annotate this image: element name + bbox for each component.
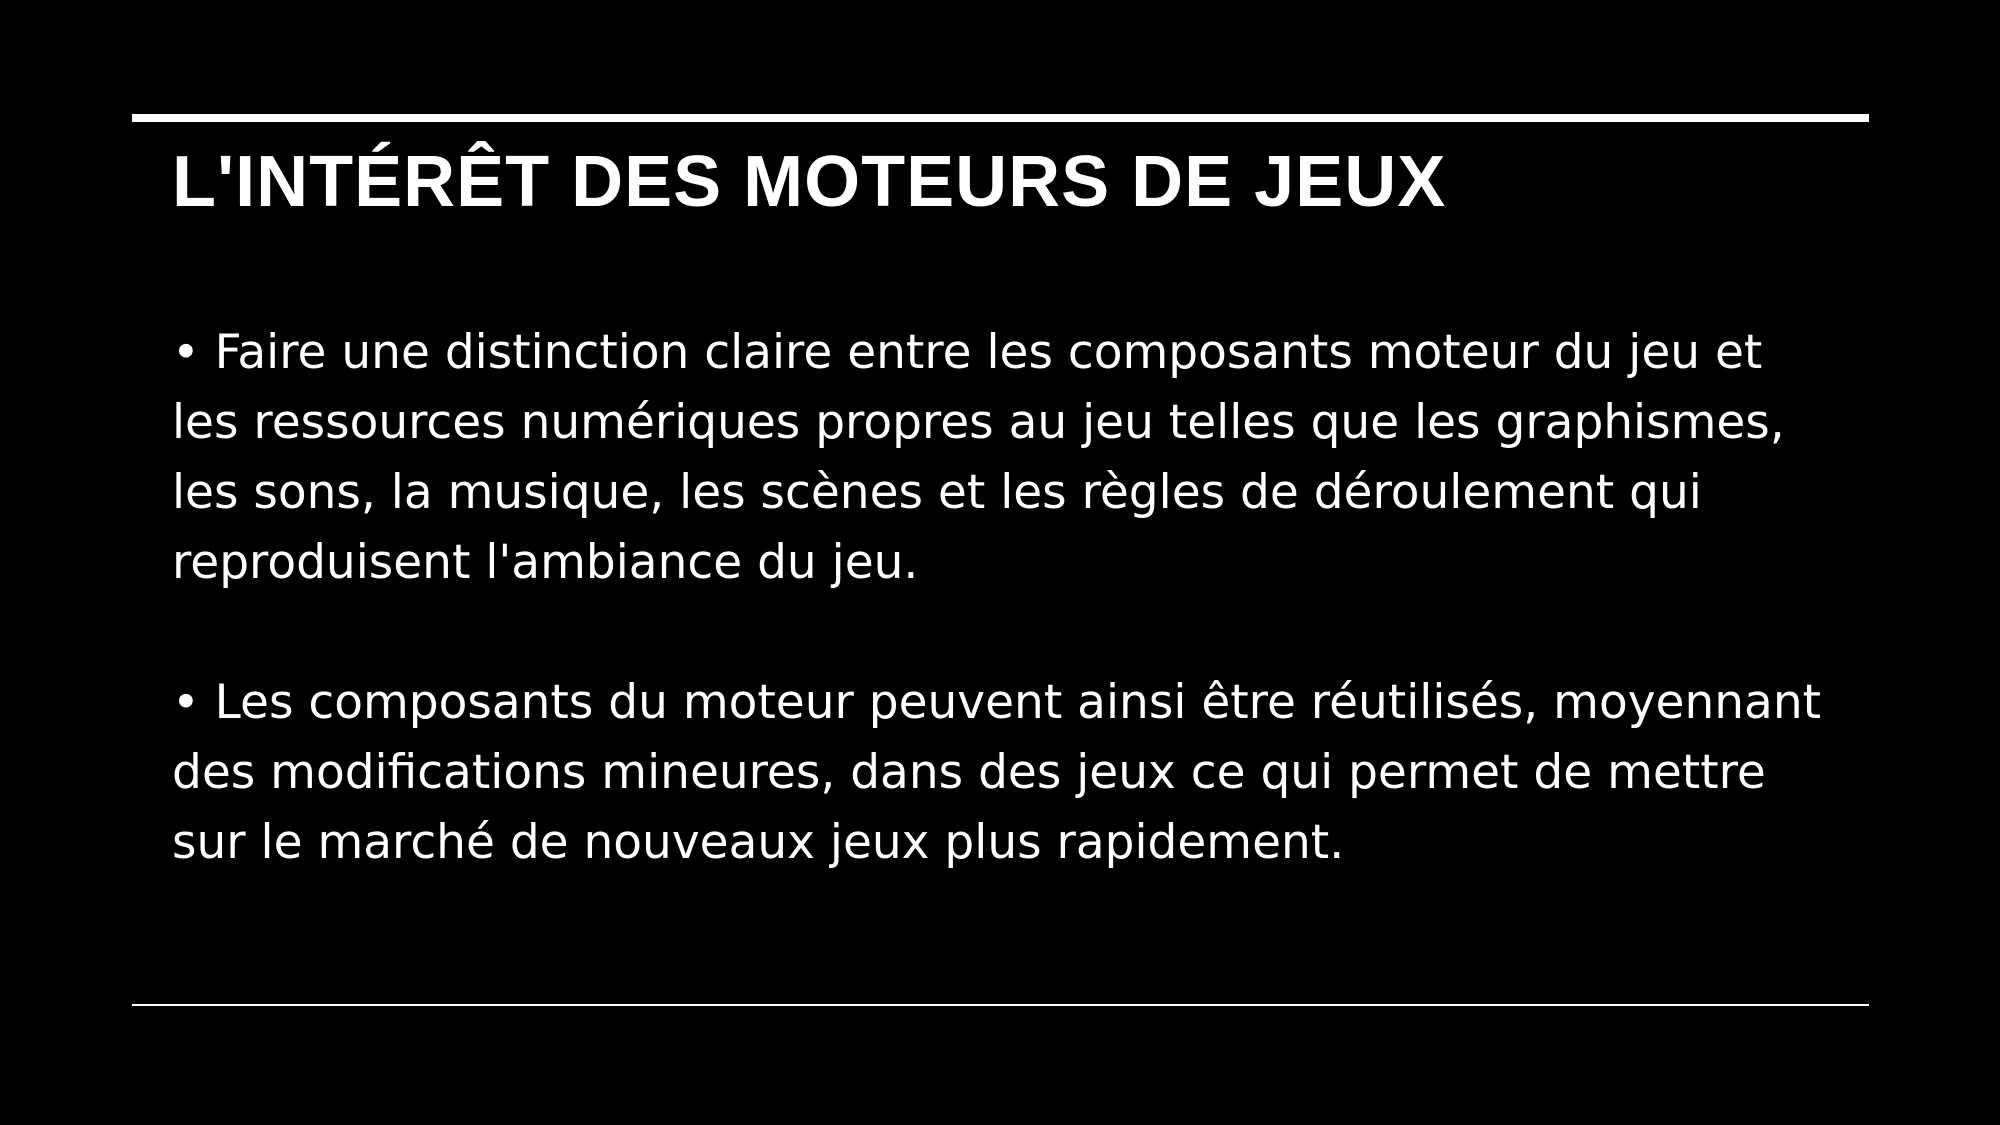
slide-title: L'INTÉRÊT DES MOTEURS DE JEUX — [172, 142, 1447, 222]
bullet-paragraph-1: • Faire une distinction claire entre les… — [172, 318, 1852, 598]
text-line: reproduisent l'ambiance du jeu. — [172, 535, 919, 590]
text-line: des modifications mineures, dans des jeu… — [172, 745, 1766, 800]
text-line: les sons, la musique, les scènes et les … — [172, 465, 1702, 520]
bullet-paragraph-2: • Les composants du moteur peuvent ainsi… — [172, 668, 1852, 878]
slide: L'INTÉRÊT DES MOTEURS DE JEUX • Faire un… — [0, 0, 2000, 1125]
slide-body: • Faire une distinction claire entre les… — [172, 318, 1852, 948]
top-divider — [132, 114, 1869, 122]
text-line: les ressources numériques propres au jeu… — [172, 395, 1785, 450]
bottom-divider — [132, 1004, 1869, 1006]
text-line: • Les composants du moteur peuvent ainsi… — [172, 675, 1822, 730]
text-line: • Faire une distinction claire entre les… — [172, 325, 1763, 380]
text-line: sur le marché de nouveaux jeux plus rapi… — [172, 815, 1345, 870]
